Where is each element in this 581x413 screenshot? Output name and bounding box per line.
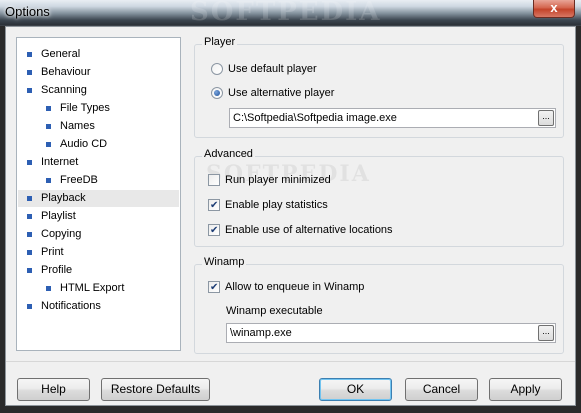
advanced-group-title: Advanced (202, 148, 255, 160)
run-player-minimized-label: Run player minimized (225, 174, 331, 186)
tree-item-print[interactable]: Print (27, 244, 177, 261)
tree-item-internet[interactable]: Internet (27, 154, 177, 171)
player-group: Player Use default player Use alternativ… (194, 36, 564, 138)
close-button[interactable]: x (533, 0, 575, 18)
browse-winamp-button[interactable]: ... (538, 325, 554, 341)
winamp-executable-label: Winamp executable (226, 305, 323, 317)
bullet-icon (46, 142, 51, 147)
bullet-icon (27, 160, 32, 165)
title-bar[interactable]: SOFTPEDIA Options x (0, 0, 581, 27)
bullet-icon (27, 52, 32, 57)
bullet-icon (27, 304, 32, 309)
bullet-icon (27, 214, 32, 219)
cancel-button[interactable]: Cancel (405, 378, 478, 401)
bullet-icon (46, 178, 51, 183)
tree-item-general[interactable]: General (27, 46, 177, 63)
advanced-group: Advanced Run player minimized Enable pla… (194, 148, 564, 247)
dialog-body: General Behaviour Scanning File Types Na… (5, 26, 576, 406)
radio-selected-icon (211, 87, 223, 99)
winamp-group: Winamp Allow to enqueue in Winamp Winamp… (194, 256, 564, 354)
alternative-player-path-field[interactable]: C:\Softpedia\Softpedia image.exe (229, 108, 556, 128)
tree-item-scanning[interactable]: Scanning (27, 82, 177, 99)
tree-item-notifications[interactable]: Notifications (27, 298, 177, 315)
bullet-icon (46, 124, 51, 129)
tree-item-playlist[interactable]: Playlist (27, 208, 177, 225)
enable-alternative-locations-label: Enable use of alternative locations (225, 224, 393, 236)
apply-button[interactable]: Apply (489, 378, 562, 401)
bullet-icon (27, 268, 32, 273)
tree-item-playback[interactable]: Playback (18, 190, 179, 207)
allow-enqueue-winamp-label: Allow to enqueue in Winamp (225, 281, 365, 293)
winamp-executable-field[interactable]: \winamp.exe (226, 323, 556, 343)
checkbox-checked-icon (208, 198, 220, 214)
winamp-group-title: Winamp (202, 256, 247, 268)
use-default-player-label: Use default player (228, 63, 317, 75)
title-watermark: SOFTPEDIA (190, 0, 382, 27)
radio-icon (211, 63, 223, 75)
bullet-icon (27, 88, 32, 93)
player-group-title: Player (202, 36, 238, 48)
restore-defaults-button[interactable]: Restore Defaults (101, 378, 210, 401)
winamp-executable-value: \winamp.exe (230, 327, 292, 339)
browse-player-button[interactable]: ... (538, 110, 554, 126)
checkbox-checked-icon (208, 223, 220, 239)
bullet-icon (27, 196, 32, 201)
tree-item-copying[interactable]: Copying (27, 226, 177, 243)
checkbox-checked-icon (208, 280, 220, 296)
checkbox-icon (208, 174, 220, 186)
tree-item-profile[interactable]: Profile (27, 262, 177, 279)
tree-item-freedb[interactable]: FreeDB (46, 172, 176, 189)
button-divider (6, 361, 575, 362)
tree-item-file-types[interactable]: File Types (46, 100, 176, 117)
bullet-icon (27, 232, 32, 237)
tree-item-audio-cd[interactable]: Audio CD (46, 136, 176, 153)
tree-item-html-export[interactable]: HTML Export (46, 280, 176, 297)
bullet-icon (46, 106, 51, 111)
use-alternative-player-label: Use alternative player (228, 87, 335, 99)
enable-play-statistics-label: Enable play statistics (225, 199, 328, 211)
tree-item-behaviour[interactable]: Behaviour (27, 64, 177, 81)
ellipsis-icon: ... (542, 111, 550, 121)
help-button[interactable]: Help (17, 378, 90, 401)
bullet-icon (27, 250, 32, 255)
tree-item-names[interactable]: Names (46, 118, 176, 135)
options-dialog: SOFTPEDIA Options x General Behaviour Sc… (0, 0, 581, 413)
bullet-icon (46, 286, 51, 291)
options-category-tree[interactable]: General Behaviour Scanning File Types Na… (16, 37, 181, 351)
alternative-player-path-value: C:\Softpedia\Softpedia image.exe (233, 112, 397, 124)
ellipsis-icon: ... (542, 326, 550, 336)
bullet-icon (27, 70, 32, 75)
ok-button[interactable]: OK (319, 378, 392, 401)
window-title: Options (5, 4, 50, 19)
close-icon: x (550, 0, 558, 15)
